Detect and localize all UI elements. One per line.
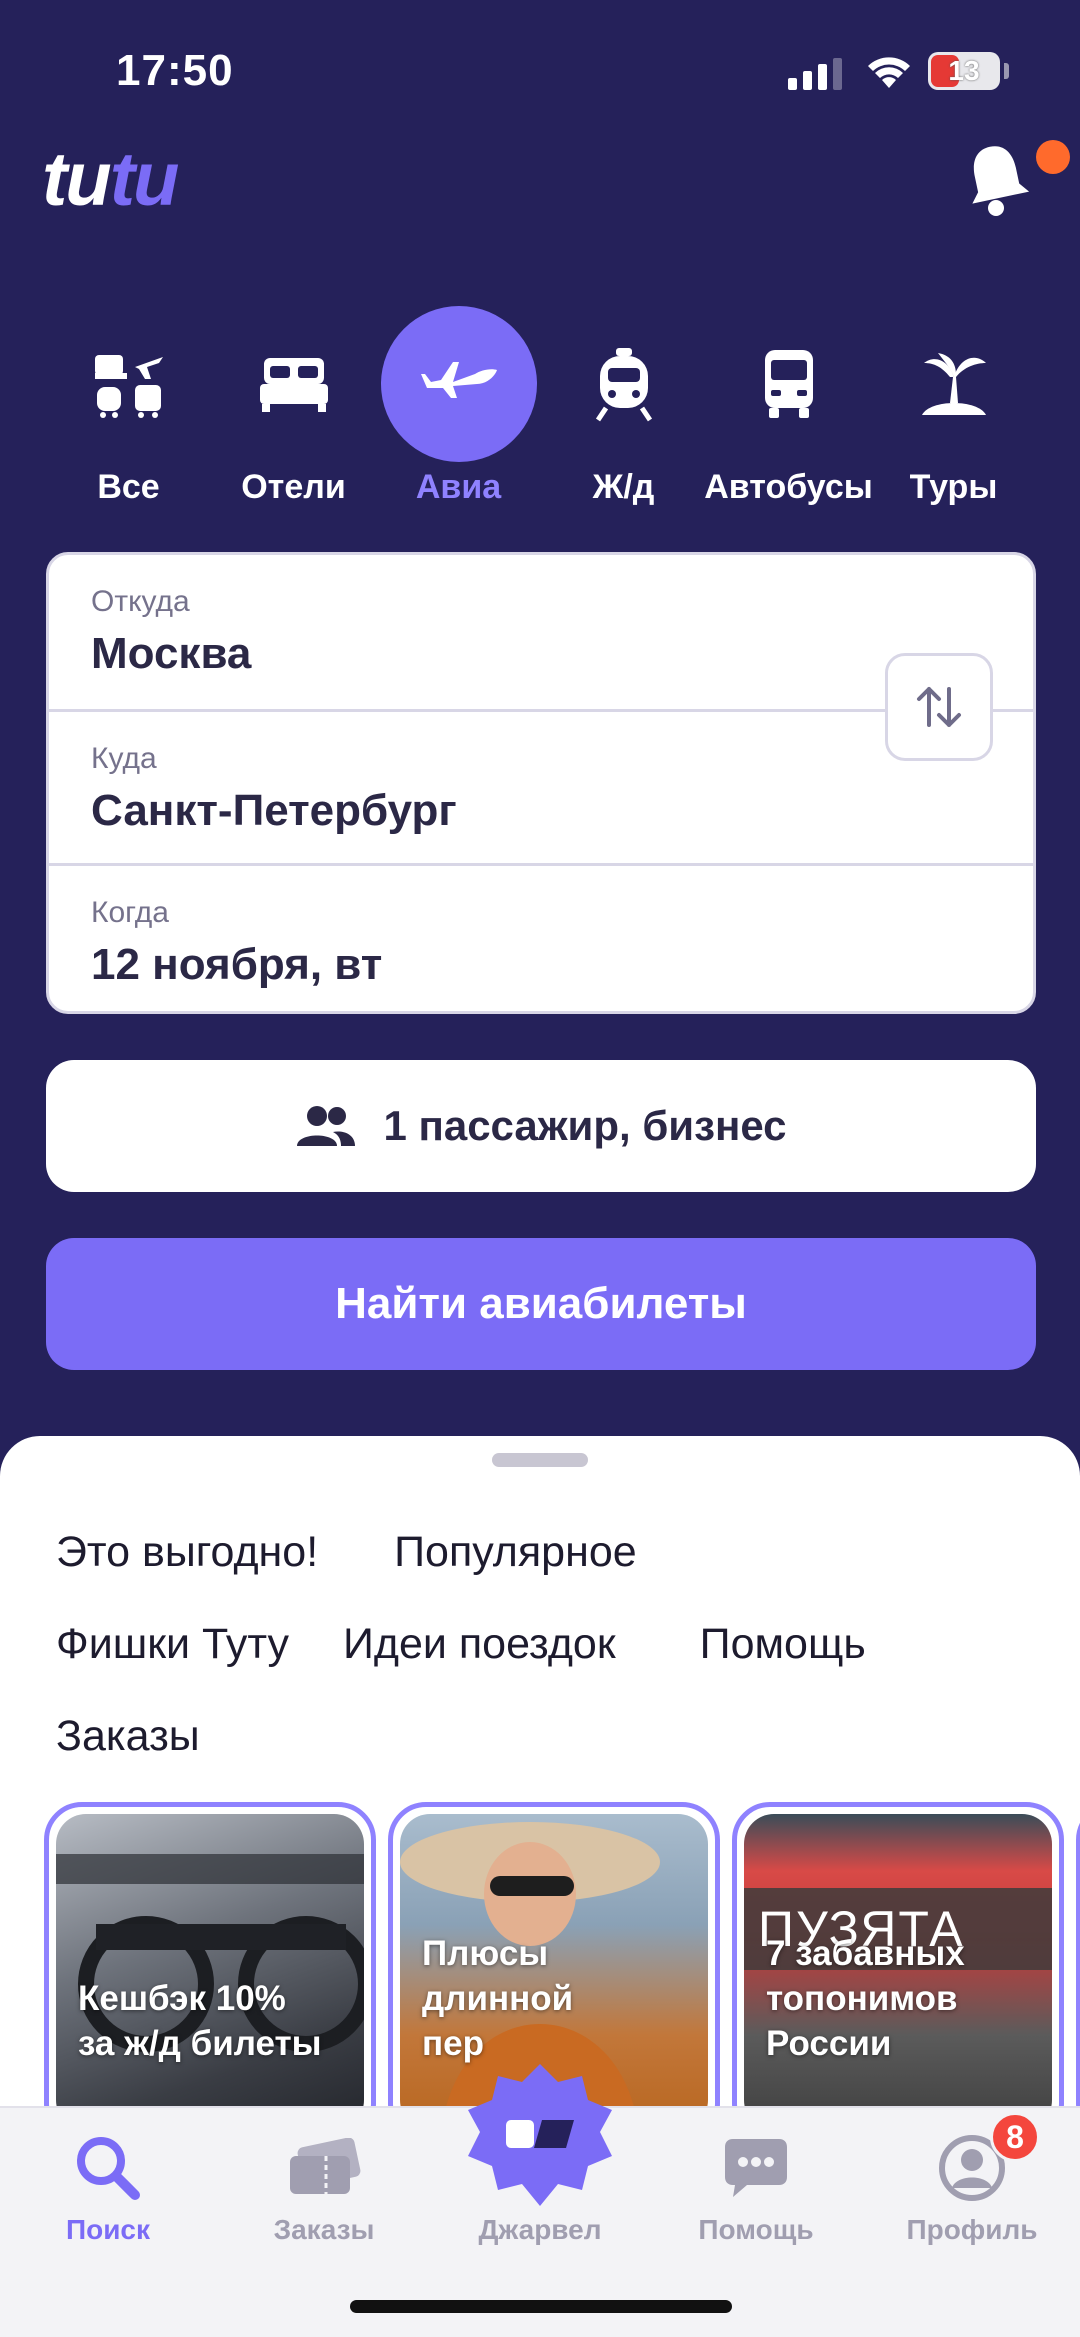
swap-button[interactable] xyxy=(885,653,993,761)
story-text: Кешбэк 10% за ж/д билеты xyxy=(78,1979,322,2063)
passengers-button[interactable]: 1 пассажир, бизнес xyxy=(46,1060,1036,1192)
story-image: Кешбэк 10% за ж/д билеты xyxy=(56,1814,364,2112)
story-text: Плюсы длинной пер xyxy=(422,1934,574,2063)
chip-trip-ideas[interactable]: Идеи поездок xyxy=(343,1620,616,1669)
palm-island-icon xyxy=(876,306,1032,462)
cellular-signal-icon xyxy=(788,58,842,90)
tutu-logo: tutu xyxy=(42,137,179,222)
to-label: Куда xyxy=(91,742,157,775)
section-chips: Это выгодно! Популярное Фишки Туту Идеи … xyxy=(56,1506,1056,1782)
from-value: Москва xyxy=(91,629,252,678)
wifi-icon xyxy=(868,57,910,88)
chip-help[interactable]: Помощь xyxy=(700,1620,866,1669)
tab-search[interactable]: Поиск xyxy=(0,2128,216,2246)
tab-label: Джарвел xyxy=(478,2214,602,2245)
story-text: 7 забавных топонимов России xyxy=(766,1934,965,2063)
tab-label: Профиль xyxy=(906,2214,1038,2245)
tab-label: Поиск xyxy=(65,2214,151,2245)
category-buses[interactable]: Автобусы xyxy=(704,306,873,507)
date-label: Когда xyxy=(91,896,169,929)
search-form: Откуда Москва Куда Санкт-Петербург Когда… xyxy=(46,552,1036,1014)
bus-icon xyxy=(711,306,867,462)
train-icon xyxy=(546,306,702,462)
tab-help[interactable]: Помощь xyxy=(648,2128,864,2246)
category-label: Все xyxy=(97,468,160,506)
category-label: Автобусы xyxy=(704,468,873,506)
header-area: 17:50 13 tutu Все Отели Авиа Ж/д Автобус… xyxy=(0,0,1080,1500)
status-time: 17:50 xyxy=(116,46,234,95)
chip-deals[interactable]: Это выгодно! xyxy=(56,1528,318,1577)
battery-tip xyxy=(1004,63,1009,79)
tab-label: Заказы xyxy=(273,2214,375,2245)
to-value: Санкт-Петербург xyxy=(91,786,457,835)
people-icon xyxy=(297,1106,356,1146)
tab-profile[interactable]: Профиль xyxy=(864,2128,1080,2246)
search-icon xyxy=(73,2128,143,2208)
jravel-icon[interactable] xyxy=(462,2058,618,2214)
chip-tutu-features[interactable]: Фишки Туту xyxy=(56,1620,289,1669)
bell-icon[interactable] xyxy=(962,140,1032,218)
category-trains[interactable]: Ж/д xyxy=(541,306,706,507)
tab-label: Помощь xyxy=(698,2214,814,2245)
category-label: Ж/д xyxy=(592,468,655,506)
notification-dot xyxy=(1036,140,1070,174)
passengers-text: 1 пассажир, бизнес xyxy=(383,1102,787,1149)
sheet-handle[interactable] xyxy=(492,1453,588,1467)
category-tabs: Все Отели Авиа Ж/д Автобусы Туры xyxy=(46,306,1046,507)
profile-badge: 8 xyxy=(990,2112,1040,2162)
category-all[interactable]: Все xyxy=(46,306,211,507)
train-wheels-illustration xyxy=(56,1854,364,2052)
category-label: Туры xyxy=(909,468,998,506)
story-card[interactable]: Кешбэк 10% за ж/д билеты xyxy=(44,1802,376,2112)
story-image: ПУЗЯТА 7 забавных топонимов России xyxy=(744,1814,1052,2112)
tab-orders[interactable]: Заказы xyxy=(216,2128,432,2246)
bed-icon xyxy=(216,306,372,462)
category-hotels[interactable]: Отели xyxy=(211,306,376,507)
category-label: Отели xyxy=(241,468,346,506)
category-tours[interactable]: Туры xyxy=(871,306,1036,507)
chat-icon xyxy=(723,2128,789,2208)
find-tickets-button[interactable]: Найти авиабилеты xyxy=(46,1238,1036,1370)
swap-arrows-icon xyxy=(917,687,961,727)
chip-orders[interactable]: Заказы xyxy=(56,1712,200,1761)
battery-level: 13 xyxy=(948,55,980,86)
home-indicator xyxy=(350,2300,732,2313)
category-avia[interactable]: Авиа xyxy=(376,306,541,507)
from-label: Откуда xyxy=(91,585,190,618)
airplane-icon xyxy=(380,306,537,462)
story-card[interactable] xyxy=(1076,1802,1080,2112)
date-field[interactable]: Когда 12 ноября, вт xyxy=(49,863,1033,1017)
date-value: 12 ноября, вт xyxy=(91,940,383,989)
chip-popular[interactable]: Популярное xyxy=(394,1528,637,1577)
category-label: Авиа xyxy=(415,468,502,506)
tickets-icon xyxy=(286,2128,362,2208)
story-card[interactable]: ПУЗЯТА 7 забавных топонимов России xyxy=(732,1802,1064,2112)
all-transport-icon xyxy=(51,306,207,462)
